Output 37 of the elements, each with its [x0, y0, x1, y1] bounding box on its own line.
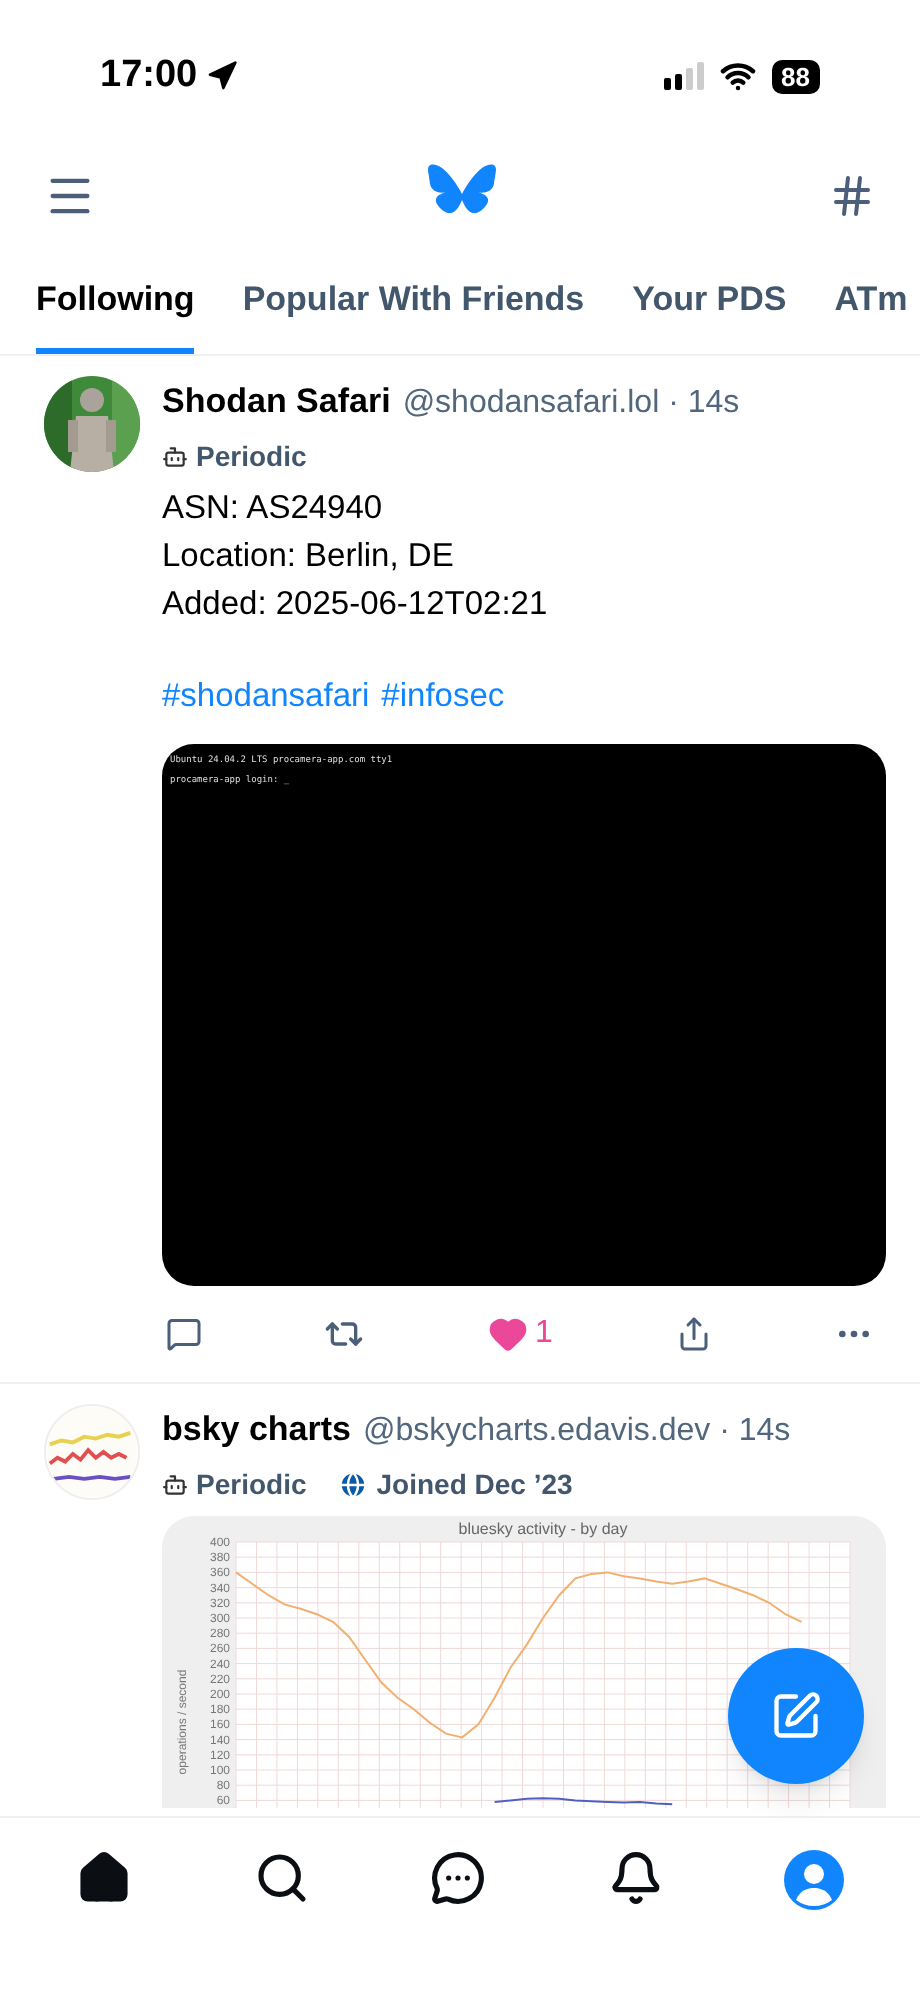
post-text-line: ASN: AS24940: [162, 488, 385, 530]
chat-icon[interactable]: [430, 1850, 486, 1906]
feed-tab[interactable]: Your PDS: [632, 273, 787, 354]
feed-tab[interactable]: Popular With Friends: [242, 273, 585, 354]
like-button[interactable]: 1: [487, 1310, 553, 1358]
badge-label: Periodic: [196, 438, 307, 476]
post-meta: @shodansafari.lol · 14s: [402, 384, 740, 424]
notifications-icon[interactable]: [607, 1850, 663, 1906]
post-text-line: Added: 2025-06-12T02:21: [162, 584, 550, 626]
wifi-icon: [719, 58, 756, 94]
share-icon[interactable]: [675, 1316, 712, 1352]
feed-tab[interactable]: ATm: [834, 273, 908, 354]
feed-tab[interactable]: Following: [36, 273, 195, 354]
hashtag-link[interactable]: #infosec: [381, 672, 505, 720]
globe-icon: [338, 1470, 369, 1500]
post-meta: @bskycharts.edavis.dev · 14s: [363, 1412, 791, 1452]
robot-icon: [162, 1472, 188, 1498]
battery-level: 88: [771, 59, 820, 93]
badge-label: Joined Dec ’23: [376, 1466, 573, 1504]
author-name[interactable]: bsky charts: [162, 1404, 351, 1455]
post-text-line: Location: Berlin, DE: [162, 536, 456, 578]
profile-avatar-icon[interactable]: [784, 1850, 844, 1910]
hashtag-link[interactable]: #shodansafari: [162, 672, 370, 720]
signal-icon: [663, 62, 704, 90]
reply-icon[interactable]: [166, 1316, 202, 1352]
chart-title: bluesky activity - by day: [458, 1520, 628, 1538]
author-name[interactable]: Shodan Safari: [162, 376, 391, 427]
hashtag-icon[interactable]: [828, 172, 876, 220]
clock-time: 17:00: [100, 51, 198, 100]
robot-icon: [162, 444, 188, 470]
location-arrow-icon: [205, 60, 238, 92]
search-icon[interactable]: [253, 1850, 309, 1906]
badge-label: Periodic: [196, 1466, 307, 1504]
heart-icon: [487, 1314, 528, 1354]
compose-icon: [770, 1690, 822, 1742]
line-chart-avatar-icon[interactable]: [44, 1404, 140, 1500]
home-icon[interactable]: [76, 1850, 132, 1906]
